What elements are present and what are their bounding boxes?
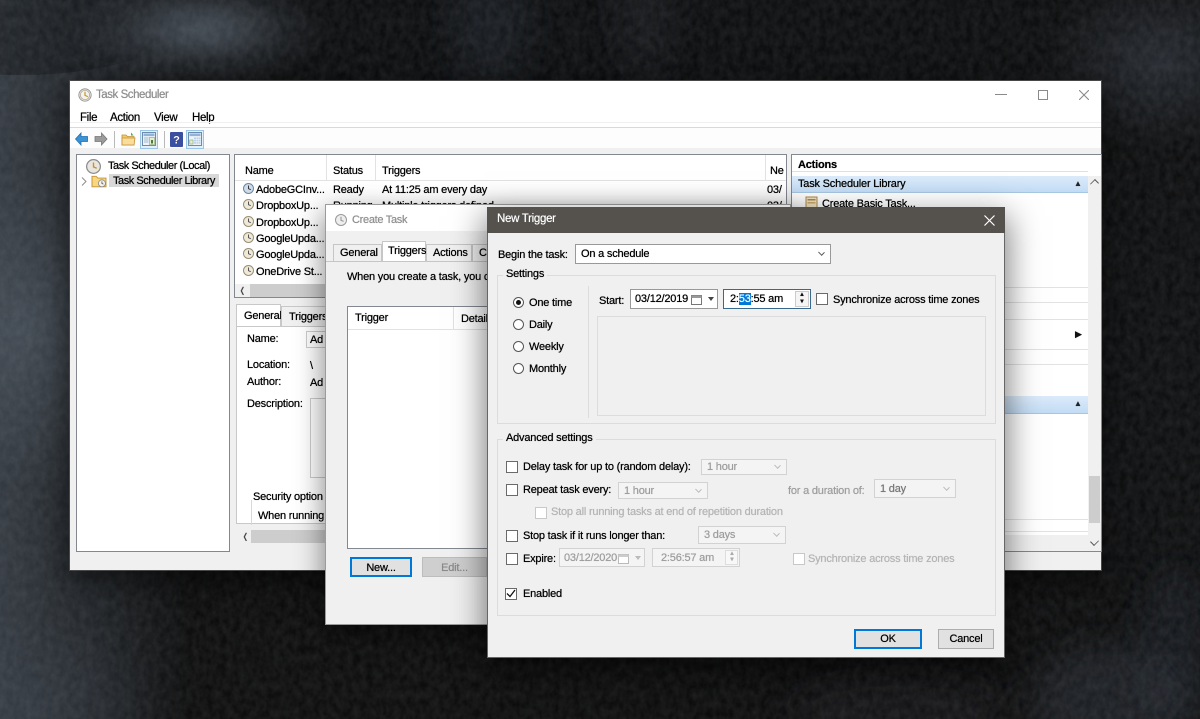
- svg-text:?: ?: [173, 135, 180, 147]
